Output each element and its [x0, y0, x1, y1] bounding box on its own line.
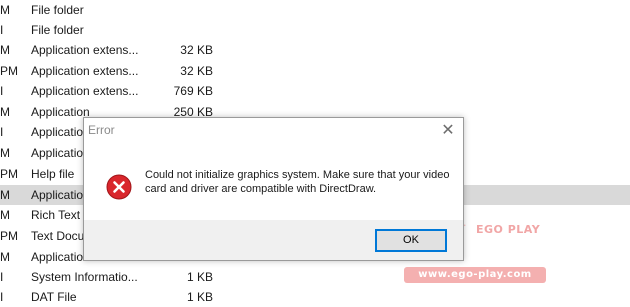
file-size: 769 KB [173, 84, 213, 98]
dialog-titlebar[interactable]: Error ✕ [84, 118, 463, 144]
file-date: PM [0, 64, 18, 78]
dialog-message: Could not initialize graphics system. Ma… [145, 169, 450, 195]
error-dialog: Error ✕ Could not initialize graphics sy… [83, 117, 464, 261]
dialog-footer: OK [84, 220, 463, 260]
file-type: File folder [31, 3, 84, 17]
close-button[interactable]: ✕ [437, 120, 459, 142]
file-date: M [0, 208, 10, 222]
file-size: 1 KB [186, 270, 213, 284]
file-date: I [0, 84, 4, 98]
file-row[interactable]: M Application extens... 32 KB [0, 40, 630, 60]
file-row[interactable]: I File folder [0, 20, 630, 40]
file-date: I [0, 23, 4, 37]
file-row[interactable]: I Application extens... 769 KB [0, 81, 630, 101]
file-date: I [0, 270, 4, 284]
watermark-brand: EGO PLAY [476, 223, 541, 236]
file-date: PM [0, 229, 18, 243]
dialog-title: Error [88, 123, 115, 137]
file-date: M [0, 43, 10, 57]
file-size: 32 KB [180, 64, 213, 78]
file-date: M [0, 146, 10, 160]
file-size: 32 KB [180, 43, 213, 57]
file-date: I [0, 290, 4, 304]
file-type: Application extens... [31, 43, 139, 57]
file-date: PM [0, 167, 18, 181]
file-type: File folder [31, 23, 84, 37]
file-row[interactable]: PM Application extens... 32 KB [0, 61, 630, 81]
watermark-url: www.ego-play.com [404, 267, 546, 283]
file-row[interactable]: M File folder [0, 0, 630, 20]
file-size: 1 KB [186, 290, 213, 304]
file-date: M [0, 3, 10, 17]
file-date: M [0, 188, 10, 202]
file-date: I [0, 125, 4, 139]
file-type: System Informatio... [31, 270, 138, 284]
file-date: M [0, 105, 10, 119]
file-row[interactable]: I DAT File 1 KB [0, 287, 630, 307]
file-type: Application extens... [31, 84, 139, 98]
dialog-body: Could not initialize graphics system. Ma… [84, 144, 463, 220]
error-icon [106, 174, 132, 200]
file-type: DAT File [31, 290, 77, 304]
file-type: Application extens... [31, 64, 139, 78]
ok-button[interactable]: OK [375, 229, 447, 252]
file-date: M [0, 250, 10, 264]
